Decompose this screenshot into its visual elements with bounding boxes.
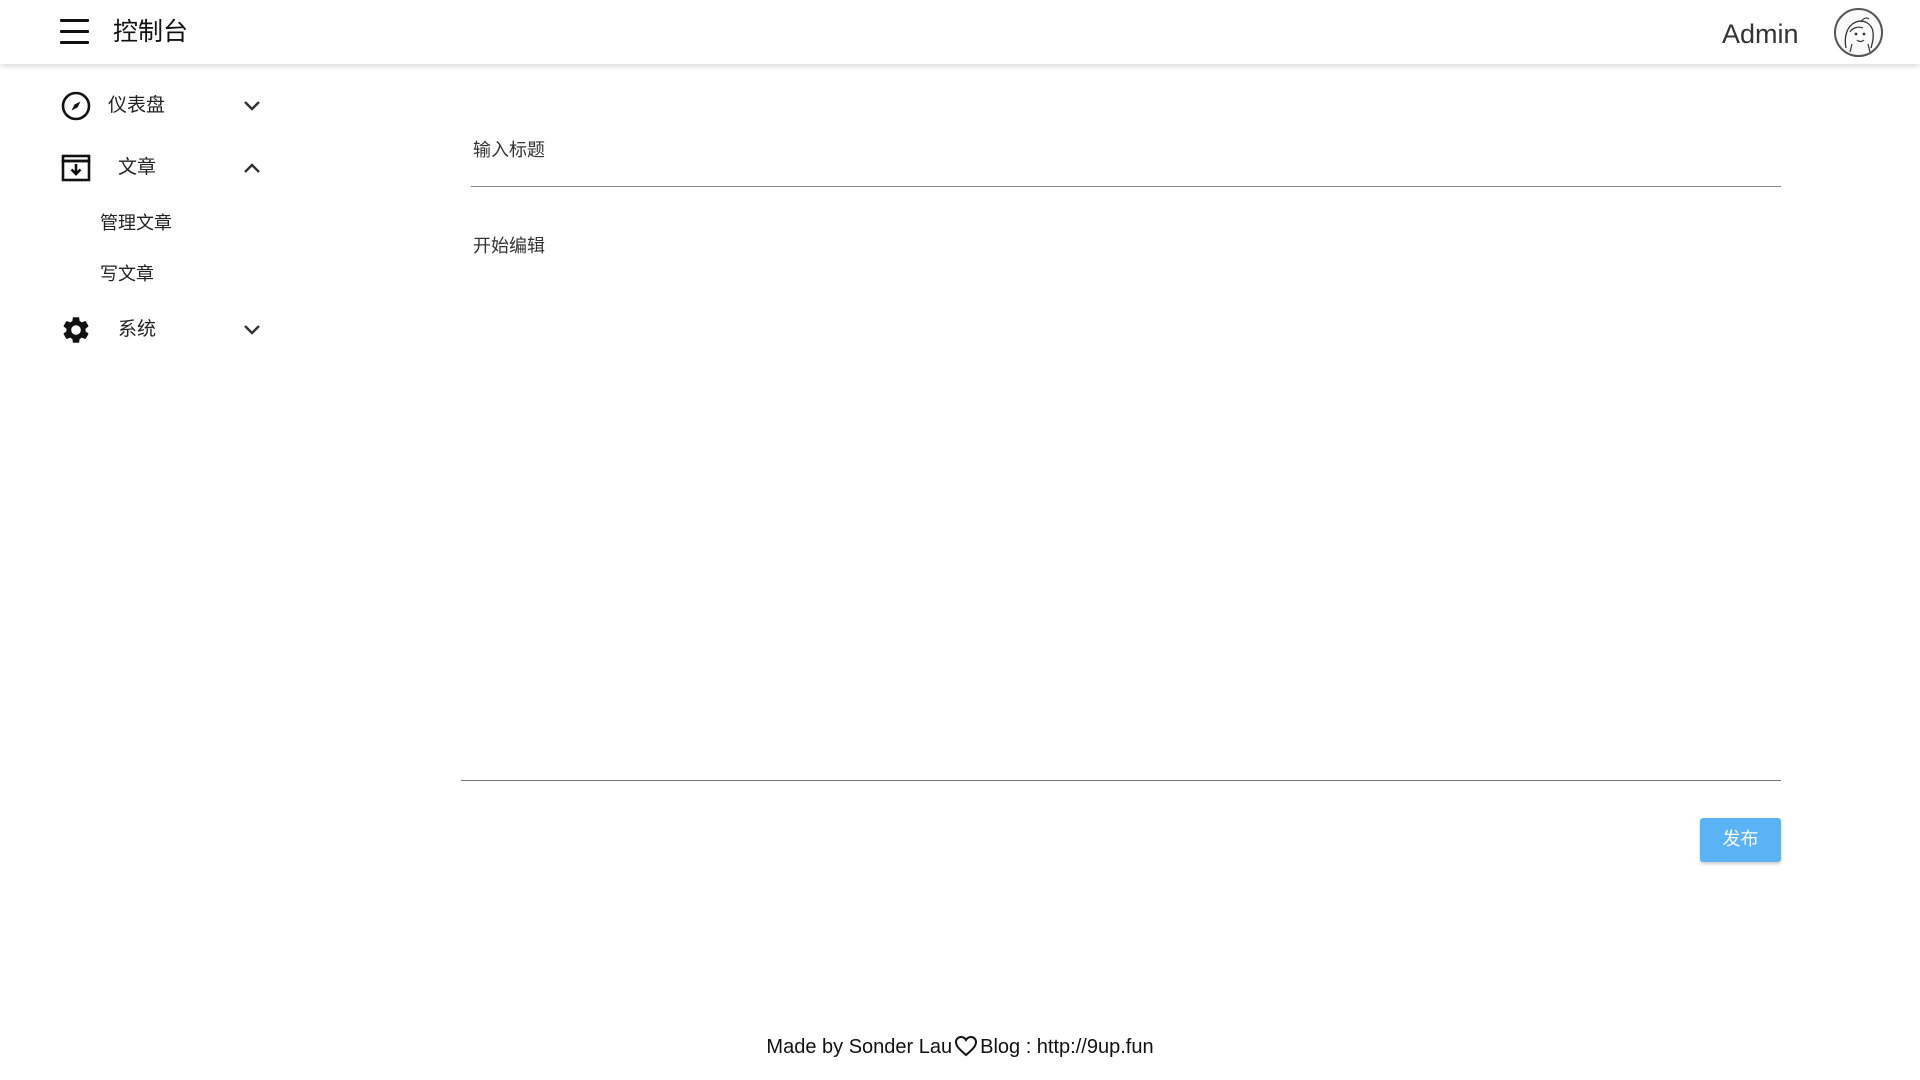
title-input[interactable]: 输入标题	[471, 125, 1781, 187]
archive-download-icon	[61, 154, 91, 182]
chevron-down-icon[interactable]	[240, 94, 264, 118]
avatar[interactable]	[1834, 8, 1883, 57]
sidebar-item-label: 系统	[118, 318, 157, 340]
sidebar-item-dashboard[interactable]: 仪表盘	[50, 82, 280, 128]
footer-blog-link[interactable]: Blog : http://9up.fun	[980, 1036, 1153, 1058]
title-placeholder: 输入标题	[473, 140, 545, 161]
content-placeholder: 开始编辑	[473, 236, 545, 257]
footer-made-by: Made by Sonder Lau	[766, 1036, 953, 1058]
sidebar-subitem-manage-articles[interactable]: 管理文章	[100, 206, 280, 242]
publish-button[interactable]: 发布	[1700, 818, 1781, 862]
sidebar-item-label: 仪表盘	[108, 94, 166, 116]
avatar-icon	[1844, 17, 1874, 53]
menu-icon[interactable]	[58, 16, 92, 48]
content-editor[interactable]: 开始编辑	[461, 222, 1781, 781]
footer: Made by Sonder Lau Blog : http://9up.fun	[0, 1032, 1920, 1062]
sidebar-item-label: 文章	[118, 156, 157, 178]
heart-icon	[955, 1035, 978, 1057]
sidebar-item-articles[interactable]: 文章	[50, 144, 280, 190]
gear-icon	[63, 317, 89, 343]
user-name[interactable]: Admin	[1722, 17, 1799, 51]
chevron-up-icon[interactable]	[240, 156, 264, 180]
top-app-bar: 控制台 Admin	[0, 0, 1920, 64]
sidebar-item-system[interactable]: 系统	[50, 306, 280, 352]
compass-icon	[61, 91, 91, 121]
chevron-down-icon[interactable]	[240, 318, 264, 342]
app-title: 控制台	[113, 17, 189, 46]
sidebar: 仪表盘 文章 管理文章 写文章 系统	[0, 64, 290, 1080]
sidebar-subitem-write-article[interactable]: 写文章	[100, 257, 280, 293]
